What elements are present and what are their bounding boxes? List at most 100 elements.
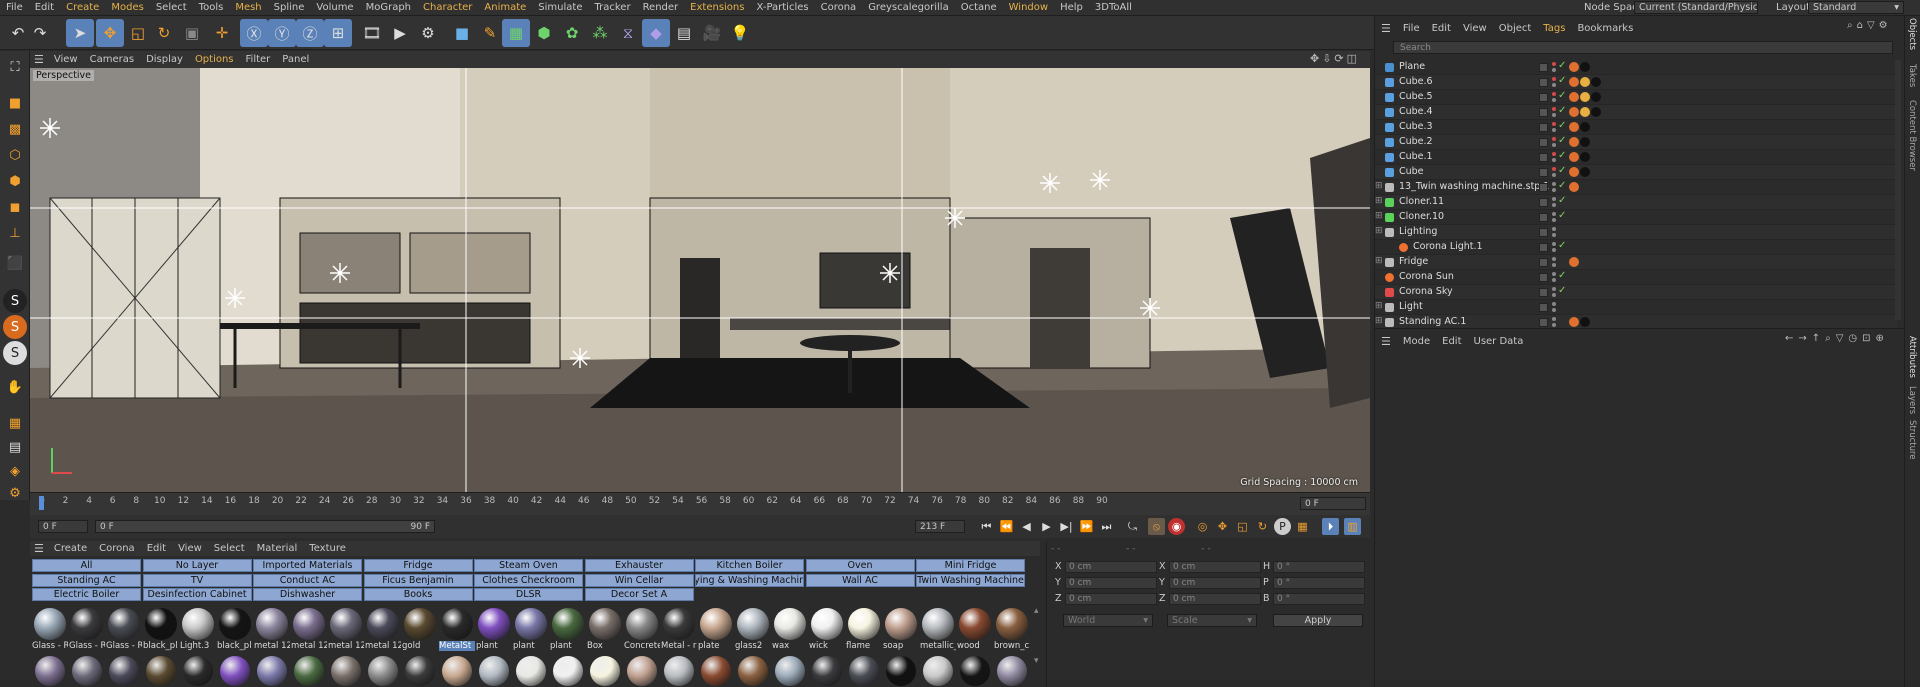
transform-tool-icon[interactable]: ✛ [208, 19, 236, 47]
object-row[interactable]: Cube.5 ✓ [1375, 90, 1897, 105]
enabled-check-icon[interactable]: ✓ [1558, 90, 1566, 101]
tweak-icon[interactable]: ✋ [3, 375, 27, 399]
scale-tool-icon[interactable]: ◱ [124, 19, 152, 47]
key-move-icon[interactable]: ✥ [1214, 518, 1231, 535]
expand-icon[interactable]: ⊞ [1375, 211, 1383, 221]
render-visibility-dot[interactable] [1552, 323, 1556, 327]
render-visibility-dot[interactable] [1552, 143, 1556, 147]
timeline-ruler[interactable]: 0246810121416182022242628303234363840424… [30, 492, 1370, 515]
visibility-toggle[interactable] [1539, 183, 1548, 192]
loop-icon[interactable]: ⤿ [1124, 518, 1141, 535]
layout-select[interactable]: Standard ▾ [1808, 1, 1904, 14]
render-visibility-dot[interactable] [1552, 248, 1556, 252]
tag-icon[interactable] [1580, 92, 1590, 102]
object-name[interactable]: Cube.5 [1399, 91, 1433, 102]
tag-icon[interactable] [1569, 137, 1579, 147]
hamburger-icon[interactable]: ☰ [30, 53, 48, 66]
material-layer-tag[interactable]: Win Cellar [584, 573, 694, 587]
material-layer-tag[interactable]: Decor Set A [584, 588, 694, 601]
material-layer-tag[interactable]: DLSR [474, 588, 583, 601]
object-toolbar-icons[interactable]: ⌕⌂▽⚙ [1847, 20, 1892, 31]
menu-mesh[interactable]: Mesh [229, 2, 267, 13]
render-visibility-dot[interactable] [1552, 128, 1556, 132]
enabled-check-icon[interactable]: ✓ [1558, 240, 1566, 251]
render-visibility-dot[interactable] [1552, 98, 1556, 102]
render-visibility-dot[interactable] [1552, 158, 1556, 162]
material-swatch[interactable]: plant [476, 606, 512, 656]
material-swatch[interactable]: gold [402, 606, 438, 656]
tag-icon[interactable] [1580, 152, 1590, 162]
menu-tracker[interactable]: Tracker [588, 2, 636, 13]
object-name[interactable]: Cloner.11 [1399, 196, 1444, 207]
snap-s3-icon[interactable]: S [3, 341, 27, 365]
menu-greyscalegorilla[interactable]: Greyscalegorilla [862, 2, 955, 13]
material-menu-texture[interactable]: Texture [303, 543, 352, 554]
editor-visibility-dot[interactable] [1552, 152, 1556, 156]
lock-workplane-icon[interactable]: ◈ [3, 459, 27, 483]
material-swatch[interactable]: wick [809, 606, 845, 656]
render-visibility-dot[interactable] [1552, 218, 1556, 222]
material-swatch[interactable]: Concrete [624, 606, 660, 656]
recent-tool-icon[interactable]: ▣ [178, 19, 206, 47]
editor-visibility-dot[interactable] [1552, 77, 1556, 81]
material-layer-tag[interactable]: No Layer [142, 559, 252, 572]
expand-icon[interactable]: ⊞ [1375, 181, 1383, 191]
object-name[interactable]: Cube.6 [1399, 76, 1433, 87]
object-name[interactable]: 13_Twin washing machine.stp.1 [1399, 181, 1549, 192]
material-layer-tag[interactable]: Books [363, 588, 473, 601]
visibility-toggle[interactable] [1539, 108, 1548, 117]
object-row[interactable]: Cube.4 ✓ [1375, 105, 1897, 120]
editor-visibility-dot[interactable] [1552, 62, 1556, 66]
object-row[interactable]: Cube.1 ✓ [1375, 150, 1897, 165]
material-swatch[interactable]: metal 12 [365, 606, 401, 656]
render-visibility-dot[interactable] [1552, 83, 1556, 87]
material-layer-tag[interactable]: Steam Oven [474, 559, 583, 572]
prev-frame-icon[interactable]: ◀ [1018, 518, 1035, 535]
material-layer-tag[interactable]: Fridge [363, 559, 473, 572]
menu-render[interactable]: Render [637, 2, 685, 13]
object-name[interactable]: Cube.3 [1399, 121, 1433, 132]
cloner-icon[interactable]: ✿ [558, 19, 586, 47]
attribute-menu-edit[interactable]: Edit [1436, 336, 1467, 347]
render-visibility-dot[interactable] [1552, 293, 1556, 297]
attribute-nav-icons[interactable]: ←→↑⌕▽◷⊡⊕ [1785, 333, 1889, 344]
visibility-toggle[interactable] [1539, 273, 1548, 282]
editor-visibility-dot[interactable] [1552, 227, 1556, 231]
editor-visibility-dot[interactable] [1552, 212, 1556, 216]
menu-file[interactable]: File [0, 2, 29, 13]
current-frame-field[interactable]: 0 F [1300, 497, 1366, 510]
material-layer-tag[interactable]: Ficus Benjamin [363, 573, 473, 587]
menu-tools[interactable]: Tools [193, 2, 230, 13]
camera-icon[interactable]: 🎥 [698, 19, 726, 47]
timeline-window-icon[interactable]: ⏵ [1322, 518, 1339, 535]
material-swatch[interactable]: metal 12 [328, 606, 364, 656]
editor-visibility-dot[interactable] [1552, 197, 1556, 201]
object-row[interactable]: Corona Sun ✓ [1375, 270, 1897, 285]
side-tab-takes[interactable]: Takes [1907, 64, 1917, 87]
tag-icon[interactable] [1569, 317, 1579, 327]
enabled-check-icon[interactable]: ✓ [1558, 165, 1566, 176]
object-row[interactable]: Cube.2 ✓ [1375, 135, 1897, 150]
object-name[interactable]: Lighting [1399, 226, 1437, 237]
object-row[interactable]: Plane ✓ [1375, 60, 1897, 75]
soft-selection-icon[interactable]: ⬛ [3, 251, 27, 275]
side-tab-structure[interactable]: Structure [1907, 420, 1917, 460]
model-mode-icon[interactable]: ■ [3, 91, 27, 115]
material-swatch[interactable]: soap [883, 606, 919, 656]
coord-value-field[interactable]: 0 cm [1169, 577, 1261, 589]
preview-range-field[interactable]: 0 F 90 F [95, 520, 435, 533]
tag-icon[interactable] [1580, 137, 1590, 147]
z-axis-icon[interactable]: Ⓩ [296, 19, 324, 47]
tag-icon[interactable] [1569, 77, 1579, 87]
material-layer-tag[interactable]: Twin Washing Machine [916, 573, 1025, 587]
object-menu-view[interactable]: View [1457, 23, 1493, 34]
menu-create[interactable]: Create [60, 2, 105, 13]
material-swatch[interactable]: plant [550, 606, 586, 656]
material-swatch[interactable]: metal 12 [254, 606, 290, 656]
menu-mograph[interactable]: MoGraph [360, 2, 417, 13]
snap-s-icon[interactable]: S [3, 289, 27, 313]
menu-octane[interactable]: Octane [955, 2, 1003, 13]
material-layer-tag[interactable]: Mini Fridge [916, 559, 1025, 572]
side-tab-attributes[interactable]: Attributes [1907, 336, 1917, 378]
tag-icon[interactable] [1580, 77, 1590, 87]
